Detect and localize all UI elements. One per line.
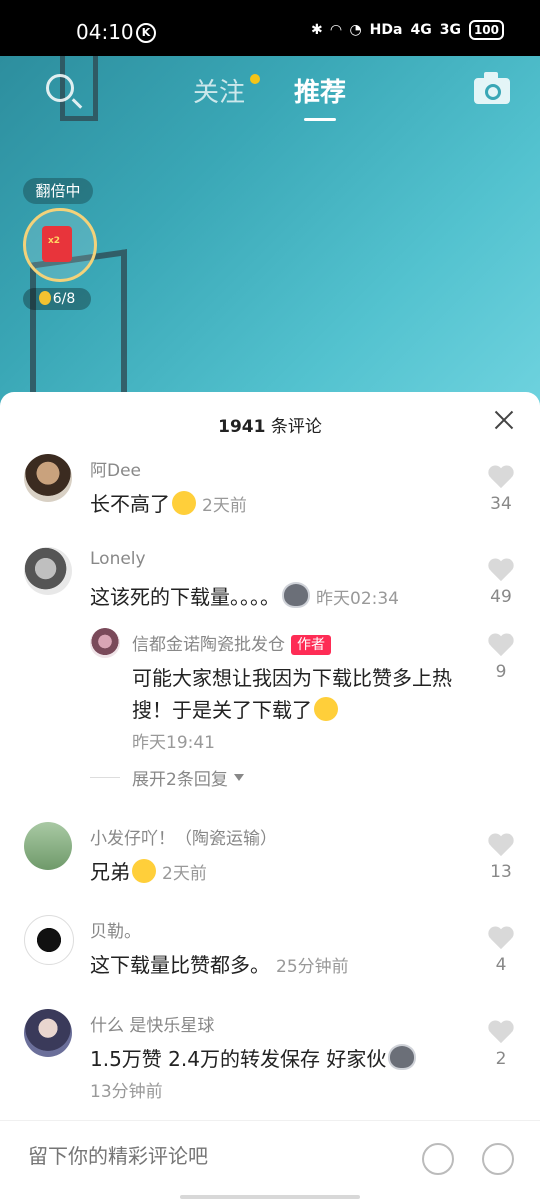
avatar[interactable] <box>24 822 72 870</box>
like-button[interactable]: 34 <box>486 464 516 514</box>
like-count: 4 <box>495 955 507 975</box>
wifi-icon: ◔ <box>349 22 362 38</box>
author-badge: 作者 <box>291 635 331 655</box>
comment-username[interactable]: 贝勒。 <box>90 917 141 942</box>
mention-icon[interactable] <box>422 1143 454 1175</box>
battery-icon: 100 <box>468 20 504 40</box>
reply-text: 可能大家想让我因为下载比赞多上热搜！于是关了下载了 <box>132 666 452 722</box>
like-button[interactable]: 49 <box>486 557 516 607</box>
like-button[interactable]: 13 <box>486 832 516 882</box>
comments-title: 1941 条评论 <box>0 412 540 437</box>
bluetooth-icon: ✱ <box>310 22 323 38</box>
signal-4g: 4G <box>410 22 432 38</box>
expand-replies-button[interactable]: 展开2条回复 <box>90 765 244 790</box>
heart-icon <box>488 557 514 583</box>
reward-coin-count: 6/8 <box>23 288 91 310</box>
search-icon[interactable] <box>46 74 74 102</box>
coin-icon <box>38 291 51 305</box>
comment-username[interactable]: Lonely <box>90 549 146 569</box>
comment-count: 1941 <box>218 417 266 437</box>
like-count: 49 <box>490 587 512 607</box>
avatar[interactable] <box>24 1009 72 1057</box>
comment-text-line: 兄弟 2天前 <box>90 856 207 885</box>
like-count: 34 <box>490 494 512 514</box>
reply-username[interactable]: 信都金诺陶瓷批发仓 <box>132 635 285 655</box>
headset-icon: ◠ <box>330 22 342 38</box>
reward-count-label: 6/8 <box>52 291 76 307</box>
comment-time: 25分钟前 <box>276 957 349 977</box>
close-icon[interactable] <box>492 408 516 432</box>
expand-divider <box>90 777 120 778</box>
comment-text-line: 1.5万赞 2.4万的转发保存 好家伙 <box>90 1043 417 1072</box>
heart-icon <box>488 1019 514 1045</box>
heart-icon <box>488 925 514 951</box>
top-nav: 关注 推荐 <box>0 56 540 126</box>
camera-icon[interactable] <box>474 72 510 104</box>
comment-username[interactable]: 小发仔吖！（陶瓷运输） <box>90 824 277 849</box>
like-count: 13 <box>490 862 512 882</box>
comment-text-line: 这下载量比赞都多。 25分钟前 <box>90 949 349 978</box>
reply-avatar[interactable] <box>90 628 120 658</box>
chevron-down-icon <box>233 774 244 781</box>
husky-emoji-icon <box>282 582 310 608</box>
reply-username-line: 信都金诺陶瓷批发仓 作者 <box>132 630 331 655</box>
comment-text: 兄弟 <box>90 860 130 884</box>
like-count: 2 <box>495 1049 507 1069</box>
like-count: 9 <box>495 662 507 682</box>
red-packet-icon[interactable] <box>42 226 72 262</box>
signal-3g: 3G <box>439 22 461 38</box>
comment-time: 2天前 <box>202 496 247 516</box>
reply-like-button[interactable]: 9 <box>486 632 516 682</box>
like-button[interactable]: 4 <box>486 925 516 975</box>
heart-icon <box>488 832 514 858</box>
reply-text-line: 可能大家想让我因为下载比赞多上热搜！于是关了下载了 <box>132 662 482 726</box>
comment-time: 昨天02:34 <box>316 589 399 609</box>
comment-input-bar <box>0 1120 540 1201</box>
laugh-cry-emoji-icon <box>314 697 338 721</box>
comment-text: 长不高了 <box>90 492 170 516</box>
comment-text: 1.5万赞 2.4万的转发保存 好家伙 <box>90 1047 387 1071</box>
comments-sheet: 1941 条评论 阿Dee 长不高了 2天前 34 Lonely 这该死的下载量。… <box>0 392 540 1201</box>
status-time: 04:10 <box>76 20 134 44</box>
comment-time: 2天前 <box>162 864 207 884</box>
reward-status-badge: 翻倍中 <box>23 178 93 204</box>
crying-emoji-icon <box>132 859 156 883</box>
avatar[interactable] <box>24 454 72 502</box>
k-app-icon: K <box>136 23 156 43</box>
status-bar: 04:10 K ✱ ◠ ◔ HDa 4G 3G 100 <box>0 0 540 56</box>
comment-text: 这该死的下载量。。。。 <box>90 585 280 609</box>
notification-dot <box>250 74 260 84</box>
comment-time: 13分钟前 <box>90 1082 163 1102</box>
comment-username[interactable]: 什么 是快乐星球 <box>90 1011 214 1036</box>
avatar[interactable] <box>24 547 72 595</box>
husky-emoji-icon <box>388 1044 417 1070</box>
comment-username[interactable]: 阿Dee <box>90 456 141 481</box>
active-tab-indicator <box>304 118 336 121</box>
comment-count-suffix: 条评论 <box>265 417 322 437</box>
tab-follow[interactable]: 关注 <box>193 72 245 109</box>
tab-recommend[interactable]: 推荐 <box>294 72 346 109</box>
laugh-cry-emoji-icon <box>172 491 196 515</box>
comment-text: 这下载量比赞都多。 <box>90 953 270 977</box>
emoji-picker-icon[interactable] <box>482 1143 514 1175</box>
comment-input[interactable] <box>26 1143 390 1169</box>
avatar[interactable] <box>24 915 74 965</box>
like-button[interactable]: 2 <box>486 1019 516 1069</box>
home-indicator <box>180 1195 360 1199</box>
reply-time: 昨天19:41 <box>132 733 215 753</box>
network-label: HDa <box>369 22 403 38</box>
status-indicators: ✱ ◠ ◔ HDa 4G 3G 100 <box>311 20 504 40</box>
expand-replies-label: 展开2条回复 <box>132 770 228 790</box>
heart-icon <box>488 632 514 658</box>
heart-icon <box>488 464 514 490</box>
comment-text-line: 这该死的下载量。。。。 昨天02:34 <box>90 581 399 610</box>
comment-text-line: 长不高了 2天前 <box>90 488 247 517</box>
